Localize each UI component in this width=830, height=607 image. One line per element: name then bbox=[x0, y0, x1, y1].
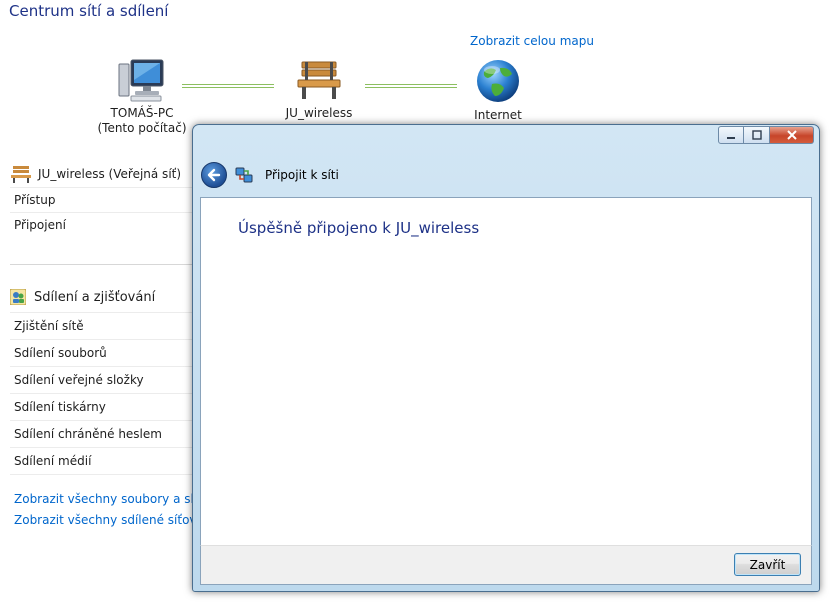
map-node-network[interactable]: JU_wireless bbox=[278, 58, 360, 121]
view-full-map-link[interactable]: Zobrazit celou mapu bbox=[470, 34, 594, 48]
network-details-header: JU_wireless (Veřejná síť) bbox=[10, 165, 181, 183]
sharing-item-printer: Sdílení tiskárny bbox=[14, 400, 106, 414]
sharing-item-network-discovery: Zjištění sítě bbox=[14, 319, 84, 333]
sharing-item-file-sharing: Sdílení souborů bbox=[14, 346, 107, 360]
bench-icon bbox=[11, 166, 31, 183]
divider bbox=[10, 366, 192, 367]
close-icon bbox=[786, 130, 797, 140]
computer-icon bbox=[118, 59, 164, 102]
sharing-item-password-protected: Sdílení chráněné heslem bbox=[14, 427, 162, 441]
window-controls bbox=[718, 126, 814, 144]
back-button[interactable] bbox=[201, 162, 227, 188]
divider bbox=[10, 474, 192, 475]
window-close-button[interactable] bbox=[770, 126, 814, 144]
divider bbox=[10, 420, 192, 421]
sharing-header: Sdílení a zjišťování bbox=[10, 289, 155, 305]
dialog-content: Úspěšně připojeno k JU_wireless bbox=[200, 197, 812, 545]
sharing-title: Sdílení a zjišťování bbox=[34, 289, 156, 305]
divider bbox=[10, 187, 192, 188]
section-divider bbox=[10, 264, 192, 265]
dialog-title: Připojit k síti bbox=[265, 168, 339, 182]
maximize-button[interactable] bbox=[744, 126, 770, 144]
map-node-computer[interactable]: TOMÁŠ-PC (Tento počítač) bbox=[96, 58, 188, 136]
network-details-title: JU_wireless (Veřejná síť) bbox=[38, 167, 182, 181]
dialog-footer: Zavřít bbox=[200, 545, 812, 585]
close-button[interactable]: Zavřít bbox=[734, 553, 801, 576]
divider bbox=[10, 447, 192, 448]
users-icon bbox=[10, 289, 26, 305]
show-all-shared-network-folders-link[interactable]: Zobrazit všechny sdílené síťové sl bbox=[14, 513, 192, 527]
success-message: Úspěšně připojeno k JU_wireless bbox=[238, 219, 480, 237]
network-connect-icon bbox=[235, 167, 253, 183]
globe-icon bbox=[477, 60, 519, 102]
sharing-item-media: Sdílení médií bbox=[14, 454, 92, 468]
computer-subtitle: (Tento počítač) bbox=[97, 121, 187, 135]
minimize-icon bbox=[727, 137, 735, 139]
minimize-button[interactable] bbox=[718, 126, 744, 144]
dialog-navigation: Připojit k síti bbox=[201, 160, 339, 190]
page-title: Centrum sítí a sdílení bbox=[9, 2, 169, 20]
divider bbox=[10, 212, 192, 213]
internet-label: Internet bbox=[474, 108, 522, 122]
map-node-internet[interactable]: Internet bbox=[462, 58, 534, 123]
connect-to-network-dialog: Připojit k síti Úspěšně připojeno k JU_w… bbox=[192, 124, 820, 592]
divider bbox=[10, 393, 192, 394]
computer-name: TOMÁŠ-PC bbox=[110, 106, 174, 120]
maximize-icon bbox=[751, 130, 762, 140]
back-arrow-icon bbox=[207, 168, 221, 182]
divider bbox=[10, 312, 192, 313]
connection-line-computer-network bbox=[182, 84, 274, 88]
connection-label: Připojení bbox=[14, 218, 66, 232]
show-all-shared-files-link[interactable]: Zobrazit všechny soubory a složky bbox=[14, 492, 192, 506]
sharing-item-public-folder: Sdílení veřejné složky bbox=[14, 373, 144, 387]
divider bbox=[10, 339, 192, 340]
network-name: JU_wireless bbox=[285, 106, 353, 120]
bench-icon bbox=[297, 61, 341, 99]
connection-line-network-internet bbox=[365, 84, 457, 88]
access-label: Přístup bbox=[14, 193, 56, 207]
